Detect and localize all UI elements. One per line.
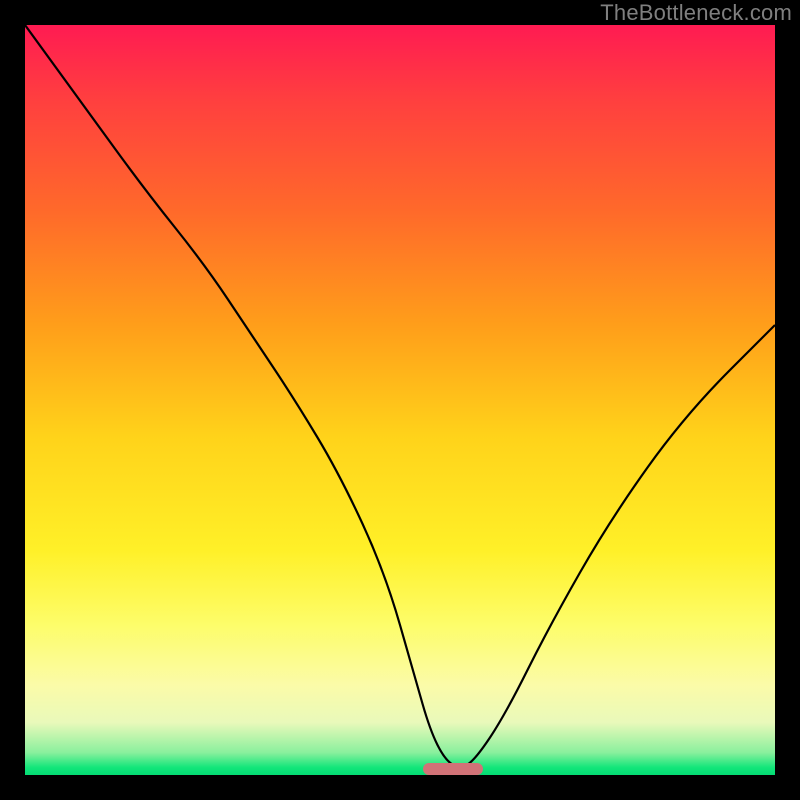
curve-svg [25,25,775,775]
chart-frame: TheBottleneck.com [0,0,800,800]
optimal-range-marker [423,763,483,775]
watermark-text: TheBottleneck.com [600,0,792,26]
bottleneck-curve [25,25,775,767]
plot-area [25,25,775,775]
